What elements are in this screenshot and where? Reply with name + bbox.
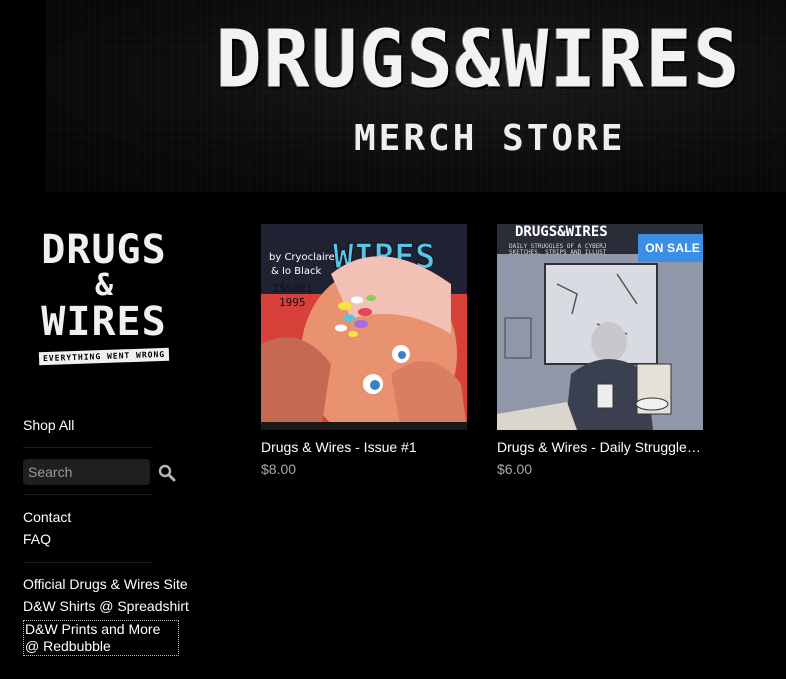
sidebar-divider [23, 447, 153, 448]
logo-tagline: EVERYTHING WENT WRONG [38, 347, 170, 366]
cover-year: 1995 [279, 296, 306, 309]
redbubble-link[interactable]: D&W Prints and More @ Redbubble [23, 620, 179, 656]
product-price: $6.00 [497, 461, 533, 477]
logo-line-1: DRUGS [41, 227, 167, 273]
logo-line-3: WIRES [41, 299, 167, 345]
product-card[interactable]: DRUGS&WIRES DAILY STRUGGLES OF A CYBERJ … [497, 224, 703, 477]
header-banner[interactable]: DRUGS&WIRES MERCH STORE [46, 0, 786, 192]
product-name[interactable]: Drugs & Wires - Daily Struggles of a Cyb… [497, 439, 703, 455]
product-price: $8.00 [261, 461, 297, 477]
search-icon[interactable] [158, 464, 176, 482]
sidebar-divider [23, 494, 153, 495]
product-image[interactable]: DRUGS&WIRES DAILY STRUGGLES OF A CYBERJ … [497, 224, 703, 430]
cover-credits-1: by Cryoclaire [269, 252, 335, 263]
logo-line-2: & [94, 268, 114, 303]
on-sale-badge: ON SALE [638, 234, 703, 262]
spreadshirt-link[interactable]: D&W Shirts @ Spreadshirt [23, 598, 189, 614]
contact-link[interactable]: Contact [23, 509, 71, 525]
cover-credits-2: & Io Black [271, 266, 321, 277]
banner-title: DRUGS&WIRES [216, 11, 742, 106]
banner-subtitle: MERCH STORE [354, 118, 626, 159]
faq-link[interactable]: FAQ [23, 531, 51, 547]
search-input[interactable] [23, 459, 150, 485]
product-card[interactable]: by Cryoclaire & Io Black WIRES ISSUE1 19… [261, 224, 467, 477]
product-image[interactable]: by Cryoclaire & Io Black WIRES ISSUE1 19… [261, 224, 467, 430]
cover-issue: ISSUE1 [273, 282, 313, 295]
cover-subtitle-2: SKETCHES, STRIPS AND ILLUST [509, 249, 607, 256]
shop-all-link[interactable]: Shop All [23, 417, 74, 433]
cover-title: DRUGS&WIRES [515, 224, 608, 240]
official-site-link[interactable]: Official Drugs & Wires Site [23, 576, 188, 592]
store-logo[interactable]: DRUGS & WIRES EVERYTHING WENT WRONG [34, 228, 174, 378]
product-name[interactable]: Drugs & Wires - Issue #1 [261, 439, 467, 455]
sidebar-divider [23, 562, 153, 563]
